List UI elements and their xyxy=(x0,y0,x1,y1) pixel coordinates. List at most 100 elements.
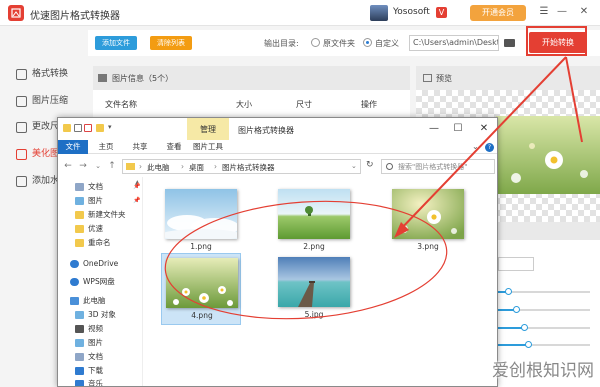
tab-file[interactable]: 文件 xyxy=(58,140,88,154)
nav-item-rename[interactable]: 重命名 xyxy=(75,237,141,249)
nav-item-this-pc[interactable]: 此电脑 xyxy=(70,295,142,307)
file-explorer-window: ▾ 管理 图片格式转换器 — ☐ ✕ 文件 主页 共享 查看 图片工具 ⌄ ? … xyxy=(57,117,498,387)
original-folder-label: 原文件夹 xyxy=(323,39,355,48)
file-item-5[interactable]: 5.jpg xyxy=(274,253,354,325)
close-icon[interactable]: ✕ xyxy=(477,122,491,136)
file-name: 4.png xyxy=(191,311,213,320)
file-item-1[interactable]: 1.png xyxy=(161,185,241,257)
nav-item-downloads[interactable]: 下载 xyxy=(75,365,141,377)
properties-icon[interactable] xyxy=(84,124,92,132)
nav-item-music[interactable]: 音乐 xyxy=(75,378,141,386)
sidebar-item-compress[interactable]: 图片压缩 xyxy=(16,93,88,109)
address-row: ← → ⌄ ↑ › 此电脑 › 桌面 › 图片格式转换器 ⌄ ↻ 搜索"图片格式… xyxy=(58,155,497,177)
expand-ribbon-icon[interactable]: ⌄ xyxy=(472,142,479,152)
setting-slider-2[interactable] xyxy=(498,306,590,313)
nav-item-3d-objects[interactable]: 3D 对象 xyxy=(75,309,141,321)
nav-item-pictures-pc[interactable]: 图片 xyxy=(75,337,141,349)
breadcrumb-folder[interactable]: 图片格式转换器 xyxy=(222,162,275,173)
file-panel-header: 图片信息（5个） xyxy=(93,66,410,90)
setting-slider-3[interactable] xyxy=(498,324,590,331)
tab-view[interactable]: 查看 xyxy=(162,140,186,154)
file-name: 1.png xyxy=(190,242,212,251)
folder-icon xyxy=(75,239,84,247)
slider-knob[interactable] xyxy=(513,306,520,313)
add-file-button[interactable]: 添加文件 xyxy=(95,36,137,50)
browse-folder-icon[interactable] xyxy=(504,39,515,47)
new-folder-icon[interactable] xyxy=(96,124,104,132)
address-bar[interactable]: › 此电脑 › 桌面 › 图片格式转换器 ⌄ xyxy=(122,159,361,174)
sidebar-item-format-convert[interactable]: 格式转换 xyxy=(16,66,88,82)
slider-knob[interactable] xyxy=(525,341,532,348)
address-dropdown-icon[interactable]: ⌄ xyxy=(351,162,357,170)
tab-manage[interactable]: 管理 xyxy=(187,118,229,140)
preview-image xyxy=(496,116,600,194)
nav-item-pictures[interactable]: 图片 📌 xyxy=(75,195,141,207)
pin-icon[interactable]: 📌 xyxy=(133,181,140,193)
preview-header: 预览 xyxy=(416,66,600,90)
breadcrumb-separator: › xyxy=(214,162,217,171)
minimize-icon[interactable]: — xyxy=(556,5,568,19)
output-path-field[interactable]: C:\Users\admin\Deskto xyxy=(409,35,499,51)
folder-icon xyxy=(63,124,71,132)
tab-picture-tools[interactable]: 图片工具 xyxy=(190,140,226,154)
search-input[interactable]: 搜索"图片格式转换器" xyxy=(381,159,495,174)
back-arrow-icon[interactable]: ← xyxy=(63,160,73,172)
avatar[interactable] xyxy=(370,5,388,21)
preview-icon xyxy=(423,74,432,82)
nav-item-videos[interactable]: 视频 xyxy=(75,323,141,335)
pin-icon[interactable]: 📌 xyxy=(133,195,140,207)
nav-item-yousu[interactable]: 优速 xyxy=(75,223,141,235)
preview-title: 预览 xyxy=(436,74,452,83)
compress-icon xyxy=(16,96,27,107)
help-icon[interactable]: ? xyxy=(485,143,494,152)
clear-list-button[interactable]: 清除列表 xyxy=(150,36,192,50)
thumbnail-green-meadow xyxy=(278,189,350,239)
computer-icon xyxy=(70,297,79,305)
thumbnail-daisy-field xyxy=(166,258,238,308)
separator-icon xyxy=(74,124,82,132)
image-info-icon xyxy=(98,74,107,82)
setting-slider-4[interactable] xyxy=(498,341,590,348)
video-icon xyxy=(75,325,84,333)
nav-item-wps-drive[interactable]: WPS网盘 xyxy=(70,276,142,288)
breadcrumb-desktop[interactable]: 桌面 xyxy=(189,162,204,173)
nav-item-label: 此电脑 xyxy=(83,296,106,305)
pictures-icon xyxy=(75,339,84,347)
maximize-icon[interactable]: ☐ xyxy=(451,122,465,136)
file-item-2[interactable]: 2.png xyxy=(274,185,354,257)
custom-folder-radio[interactable] xyxy=(363,38,372,47)
refresh-icon[interactable]: ↻ xyxy=(366,160,374,170)
setting-slider-1[interactable] xyxy=(498,288,590,295)
minimize-icon[interactable]: — xyxy=(427,122,441,136)
folder-icon xyxy=(126,163,135,170)
nav-item-label: 文档 xyxy=(88,182,103,191)
vip-button[interactable]: 开通会员 xyxy=(470,5,526,21)
forward-arrow-icon[interactable]: → xyxy=(78,160,88,172)
file-item-4[interactable]: 4.png xyxy=(161,253,241,325)
user-name[interactable]: Yososoft xyxy=(393,7,430,17)
nav-item-documents[interactable]: 文档 📌 xyxy=(75,181,141,193)
nav-item-new-folder[interactable]: 新建文件夹 xyxy=(75,209,141,221)
up-arrow-icon[interactable]: ↑ xyxy=(107,160,117,172)
nav-item-label: 优速 xyxy=(88,224,103,233)
recent-dropdown-icon[interactable]: ⌄ xyxy=(93,160,103,172)
quick-access-dropdown-icon[interactable]: ▾ xyxy=(108,123,112,131)
navigation-pane: ▲ 文档 📌 图片 📌 新建文件夹 优速 重命名 OneDrive WPS网盘 … xyxy=(58,177,143,386)
search-icon xyxy=(386,163,393,170)
column-header-actions: 操作 xyxy=(361,100,377,109)
nav-item-onedrive[interactable]: OneDrive xyxy=(70,258,142,270)
settings-dropdown[interactable] xyxy=(498,257,534,271)
breadcrumb-this-pc[interactable]: 此电脑 xyxy=(147,162,170,173)
output-dir-label: 输出目录: xyxy=(264,39,299,48)
nav-item-documents-pc[interactable]: 文档 xyxy=(75,351,141,363)
tab-share[interactable]: 共享 xyxy=(128,140,152,154)
nav-item-label: 图片 xyxy=(88,196,103,205)
original-folder-radio[interactable] xyxy=(311,38,320,47)
tab-home[interactable]: 主页 xyxy=(94,140,118,154)
menu-icon[interactable]: ☰ xyxy=(538,5,550,19)
file-item-3[interactable]: 3.png xyxy=(388,185,468,257)
slider-knob[interactable] xyxy=(521,324,528,331)
close-icon[interactable]: ✕ xyxy=(578,5,590,19)
slider-knob[interactable] xyxy=(505,288,512,295)
file-panel-title: 图片信息（5个） xyxy=(112,74,174,83)
